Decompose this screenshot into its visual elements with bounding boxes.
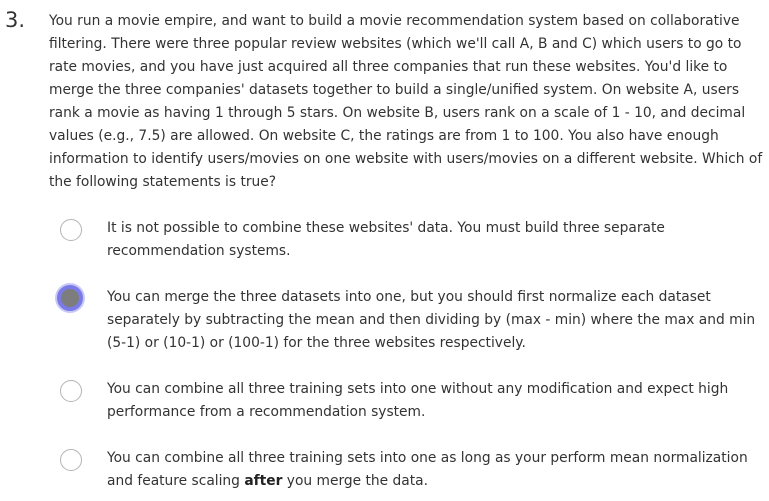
radio-button-option-1[interactable] <box>60 219 82 241</box>
answer-option-1-text: It is not possible to combine these webs… <box>107 220 665 259</box>
radio-button-option-3[interactable] <box>60 380 82 402</box>
answer-option-4-text-end: you merge the data. <box>282 473 429 489</box>
radio-button-option-4[interactable] <box>60 449 82 471</box>
answer-option-4-emphasis: after <box>244 473 283 489</box>
answer-option-3-text: You can combine all three training sets … <box>107 381 729 420</box>
answer-options: It is not possible to combine these webs… <box>0 0 769 501</box>
radio-button-option-2-selected[interactable] <box>57 285 83 311</box>
answer-option-4-text: You can combine all three training sets … <box>107 447 757 493</box>
answer-option-2-text: You can merge the three datasets into on… <box>107 289 756 351</box>
